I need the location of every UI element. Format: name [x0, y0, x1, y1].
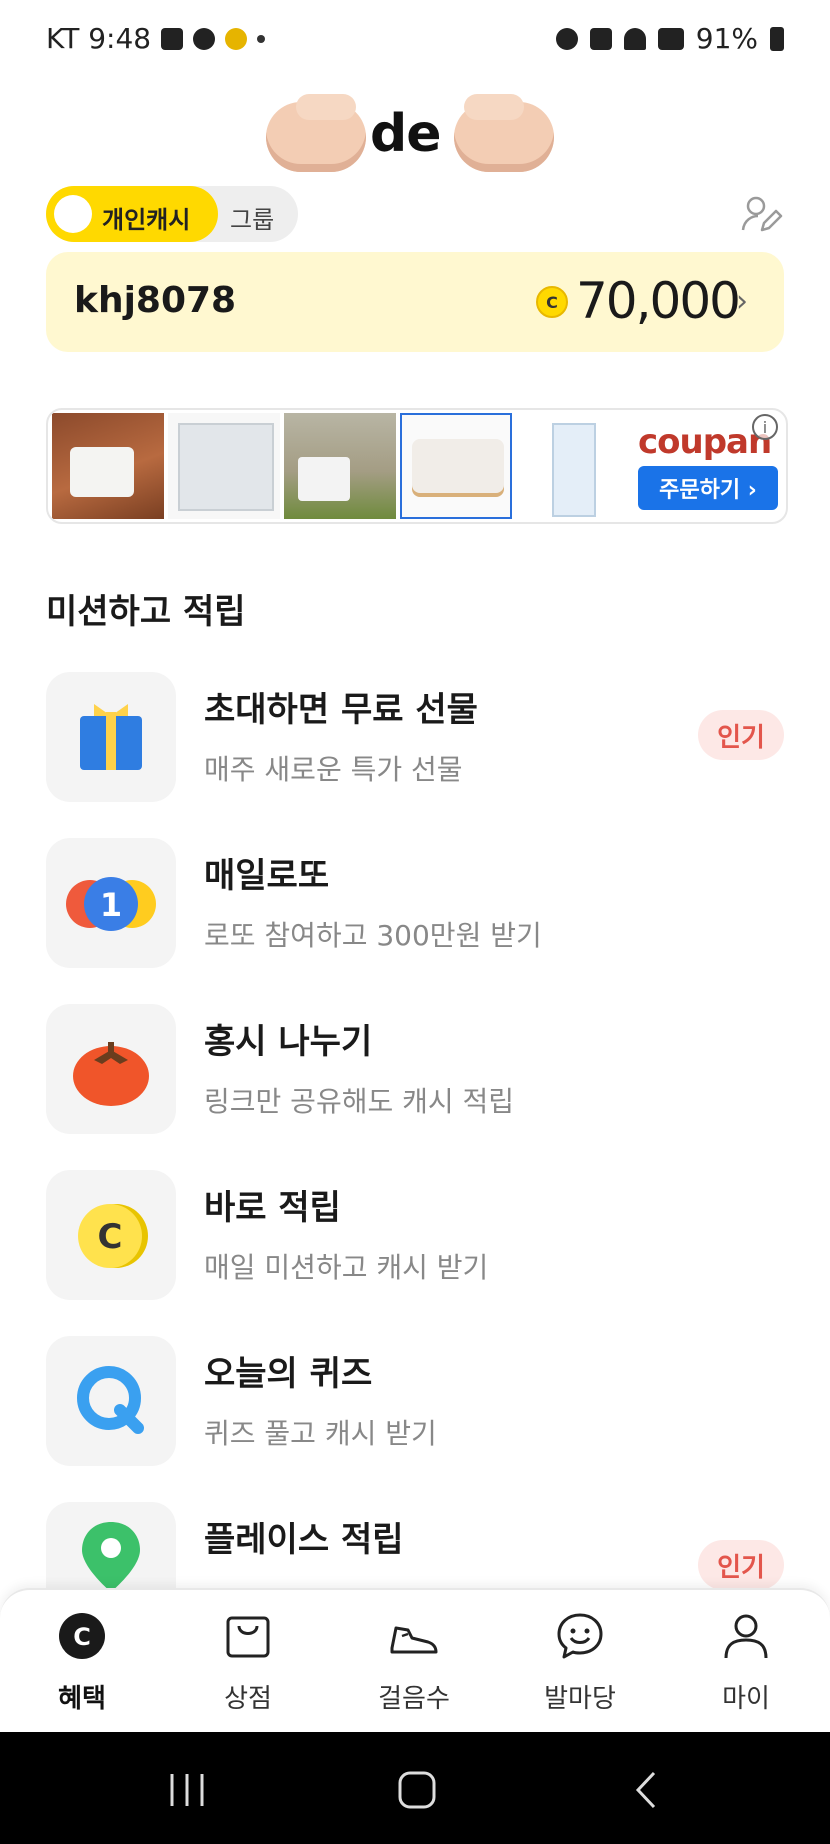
nav-community[interactable]: 발마당 — [520, 1610, 640, 1720]
toggle-personal-label: 개인캐시 — [102, 206, 191, 234]
sneaker-icon — [390, 1626, 438, 1654]
mission-item-quiz[interactable]: 오늘의 퀴즈 퀴즈 풀고 캐시 받기 — [46, 1336, 784, 1466]
status-left: KT 9:48 — [46, 22, 266, 55]
system-nav-bar — [0, 1732, 830, 1844]
svg-text:C: C — [73, 1623, 91, 1651]
carrier-time: KT 9:48 — [46, 22, 152, 55]
ad-banner[interactable]: coupan 주문하기 › i — [46, 408, 788, 524]
persimmon-icon — [73, 1042, 149, 1106]
gift-icon — [80, 704, 142, 770]
mission-subtitle: 매주 새로운 특가 선물 — [204, 753, 463, 786]
ad-product-image[interactable] — [516, 413, 628, 519]
cash-coin-icon: C — [59, 1613, 105, 1659]
cash-type-toggle[interactable]: 개인캐시 그룹 — [46, 186, 298, 242]
cash-coin-icon: C — [536, 286, 568, 318]
cash-amount: 70,000 — [576, 272, 741, 330]
nav-label: 혜택 — [58, 1684, 106, 1714]
alarm-icon — [555, 27, 578, 50]
person-icon — [724, 1614, 768, 1659]
username: khj8078 — [74, 280, 237, 321]
battery-icon — [770, 26, 784, 51]
mission-item-lotto[interactable]: 1 매일로또 로또 참여하고 300만원 받기 — [46, 838, 784, 968]
mission-icon-box: C — [46, 1170, 176, 1300]
shopping-bag-icon — [226, 1616, 270, 1658]
svg-text:C: C — [98, 1217, 123, 1257]
mission-title: 플레이스 적립 — [204, 1520, 404, 1560]
ad-product-image[interactable] — [168, 413, 280, 519]
edit-profile-icon[interactable] — [740, 192, 784, 236]
popular-badge: 인기 — [698, 710, 784, 760]
notification-icon — [161, 27, 184, 50]
chevron-right-icon: › — [736, 284, 748, 319]
bottom-nav: C 혜택 상점 걸음수 발마당 마이 — [0, 1588, 830, 1734]
mission-title: 매일로또 — [204, 856, 330, 896]
mission-subtitle: 로또 참여하고 300만원 받기 — [204, 919, 542, 952]
shield-notification-icon — [193, 27, 216, 50]
ad-product-image[interactable] — [284, 413, 396, 519]
mission-title: 바로 적립 — [204, 1188, 341, 1228]
balance-card[interactable]: khj8078 C 70,000 › — [46, 252, 784, 352]
ad-order-button[interactable]: 주문하기 › — [638, 466, 778, 510]
popular-badge: 인기 — [698, 1540, 784, 1590]
mission-item-invite[interactable]: 초대하면 무료 선물 매주 새로운 특가 선물 인기 — [46, 672, 784, 802]
coin-icon: C — [78, 1204, 148, 1268]
nav-benefits[interactable]: C 혜택 — [22, 1610, 142, 1720]
status-bar: KT 9:48 91% — [0, 0, 830, 78]
mission-subtitle: 링크만 공유해도 캐시 적립 — [204, 1085, 515, 1118]
home-icon[interactable] — [394, 1770, 440, 1810]
logo-text: de — [370, 104, 441, 164]
left-fist-icon — [266, 86, 366, 180]
back-icon[interactable] — [624, 1770, 670, 1810]
signal-icon — [657, 27, 684, 50]
nav-label: 발마당 — [544, 1684, 616, 1714]
mission-item-instant[interactable]: C 바로 적립 매일 미션하고 캐시 받기 — [46, 1170, 784, 1300]
mission-icon-box — [46, 1004, 176, 1134]
mission-icon-box — [46, 1336, 176, 1466]
ad-product-image[interactable] — [52, 413, 164, 519]
wifi-icon — [623, 27, 646, 50]
mute-icon — [589, 27, 612, 50]
quiz-q-icon — [77, 1366, 144, 1434]
ad-product-image-selected[interactable] — [400, 413, 512, 519]
nav-label: 마이 — [722, 1684, 770, 1714]
nav-label: 걸음수 — [378, 1684, 450, 1714]
mission-subtitle: 매일 미션하고 캐시 받기 — [204, 1251, 489, 1284]
right-fist-icon — [454, 86, 554, 180]
recent-apps-icon[interactable] — [164, 1770, 210, 1810]
mission-icon-box: 1 — [46, 838, 176, 968]
svg-text:1: 1 — [100, 886, 122, 924]
section-title: 미션하고 적립 — [46, 592, 246, 632]
nav-steps[interactable]: 걸음수 — [354, 1610, 474, 1720]
more-notifications-icon — [257, 34, 266, 43]
toggle-personal[interactable]: 개인캐시 — [46, 186, 218, 242]
mission-subtitle: 퀴즈 풀고 캐시 받기 — [204, 1417, 437, 1450]
toggle-group-label[interactable]: 그룹 — [230, 200, 274, 235]
mission-icon-box — [46, 672, 176, 802]
app-logo: de — [266, 80, 566, 180]
status-right: 91% — [555, 22, 784, 55]
mission-title: 오늘의 퀴즈 — [204, 1354, 373, 1394]
ad-info-icon[interactable]: i — [752, 414, 778, 440]
nav-shop[interactable]: 상점 — [188, 1610, 308, 1720]
smile-chat-icon — [557, 1613, 603, 1659]
nav-my[interactable]: 마이 — [686, 1610, 806, 1720]
lotto-ball-icon: 1 — [66, 877, 156, 931]
toggle-knob — [54, 195, 92, 233]
pill-notification-icon — [225, 27, 248, 50]
nav-label: 상점 — [224, 1684, 272, 1714]
mission-title: 초대하면 무료 선물 — [204, 690, 478, 730]
mission-title: 홍시 나누기 — [204, 1022, 373, 1062]
mission-item-persimmon[interactable]: 홍시 나누기 링크만 공유해도 캐시 적립 — [46, 1004, 784, 1134]
battery-percent: 91% — [695, 22, 758, 55]
